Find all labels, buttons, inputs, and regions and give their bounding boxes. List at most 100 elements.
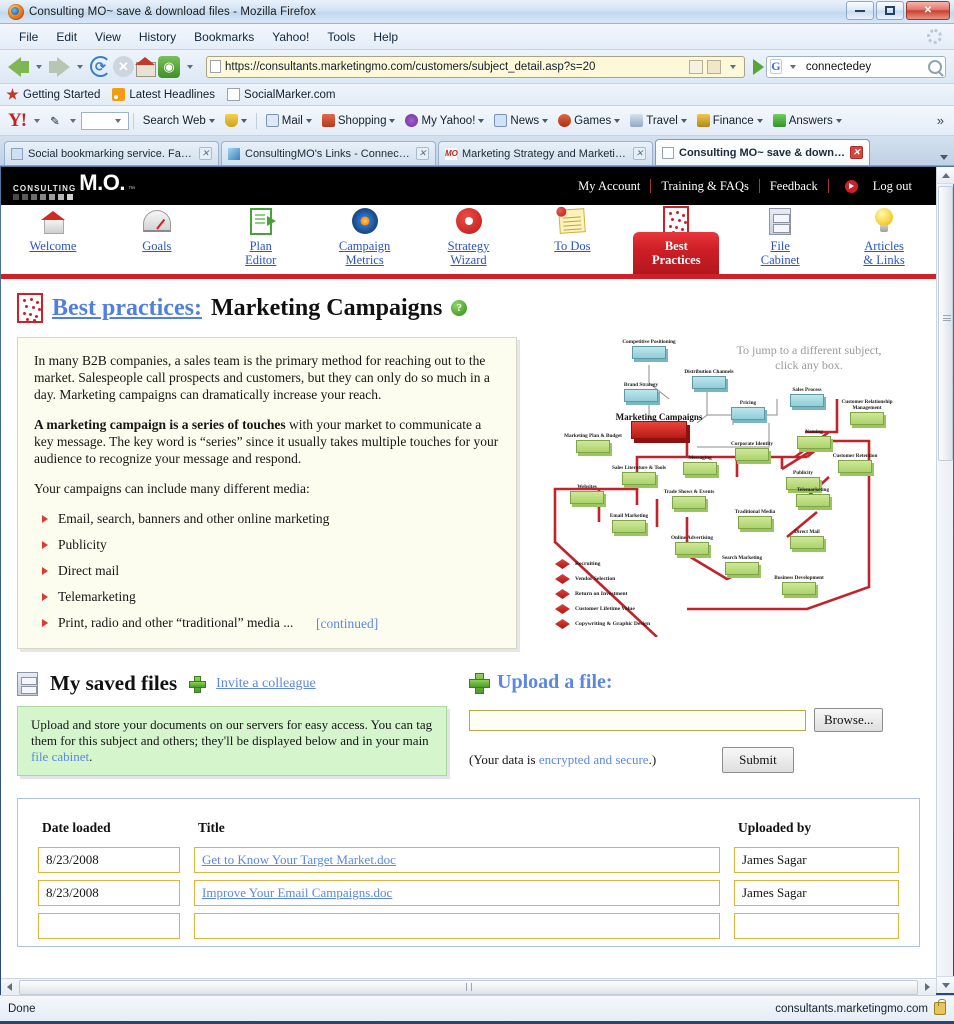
menu-tools[interactable]: Tools	[318, 28, 364, 46]
yahoo-search-web[interactable]: Search Web	[138, 115, 220, 127]
nav-tab-articles-links[interactable]: Articles & Links	[832, 200, 936, 274]
bookmark-latest-headlines[interactable]: Latest Headlines	[112, 88, 215, 101]
search-input[interactable]	[803, 59, 925, 74]
tab-list-dropdown-icon[interactable]	[940, 155, 948, 160]
yahoo-answers[interactable]: Answers	[768, 114, 847, 127]
scroll-up-button[interactable]	[937, 167, 954, 184]
diagram-node-traditional-media[interactable]: Traditional Media	[725, 509, 785, 529]
yahoo-shopping[interactable]: Shopping	[317, 114, 401, 127]
yahoo-games[interactable]: Games	[553, 114, 625, 127]
diagram-node-crm[interactable]: Customer Relationship Management	[837, 399, 897, 425]
logout-button[interactable]: Log out	[829, 179, 922, 194]
file-title-link[interactable]: Get to Know Your Target Market.doc	[202, 852, 396, 868]
legend-item-vendor-selection[interactable]: Vendor Selection	[555, 574, 650, 584]
site-logo[interactable]: CONSULTING M.O. ™	[13, 171, 135, 200]
file-path-input[interactable]	[469, 709, 806, 731]
menu-bookmarks[interactable]: Bookmarks	[185, 28, 263, 46]
nav-tab-campaign-metrics[interactable]: Campaign Metrics	[313, 200, 417, 274]
subject-map-diagram[interactable]: To jump to a different subject, click an…	[537, 337, 893, 637]
link-my-account[interactable]: My Account	[568, 179, 650, 194]
nav-tab-welcome[interactable]: Welcome	[1, 200, 105, 274]
link-training-faqs[interactable]: Training & FAQs	[651, 179, 759, 194]
yahoo-button-icon[interactable]: ◉	[158, 55, 180, 78]
yahoo-news[interactable]: News	[489, 114, 553, 127]
lock-icon[interactable]	[934, 999, 946, 1015]
diagram-node-search-marketing[interactable]: Search Marketing	[712, 555, 772, 575]
back-button[interactable]	[8, 56, 29, 77]
scroll-left-button[interactable]	[1, 980, 18, 995]
diagram-node-naming[interactable]: Naming	[784, 429, 844, 449]
identity-lock-icon[interactable]	[707, 59, 721, 74]
yahoo-search-input[interactable]	[80, 111, 129, 130]
yahoo-travel[interactable]: Travel	[625, 114, 692, 127]
tab-consulting-mo-save-download[interactable]: Consulting MO~ save & downlo... ✕	[655, 139, 870, 165]
search-bar[interactable]: G	[766, 55, 946, 78]
menu-view[interactable]: View	[86, 28, 130, 46]
diagram-node-messaging[interactable]: Messaging	[670, 455, 730, 475]
autocomplete-dropdown-icon[interactable]	[730, 64, 736, 69]
yahoo-logo-dropdown-icon[interactable]	[34, 118, 41, 123]
diagram-node-email-marketing[interactable]: Email Marketing	[599, 513, 659, 533]
menu-yahoo[interactable]: Yahoo!	[263, 28, 318, 46]
nav-tab-strategy-wizard[interactable]: Strategy Wizard	[417, 200, 521, 274]
legend-item-recruiting[interactable]: Recruiting	[555, 559, 650, 569]
minimize-button[interactable]	[846, 1, 874, 20]
maximize-button[interactable]	[876, 1, 904, 20]
yahoo-overflow-icon[interactable]: »	[937, 113, 944, 128]
bookmark-star-icon[interactable]	[689, 59, 703, 74]
reload-icon[interactable]: ⟳	[90, 56, 111, 77]
tab-social-bookmarking[interactable]: Social bookmarking service. Fast t... ✕	[4, 141, 219, 165]
page-horizontal-scrollbar[interactable]	[1, 978, 936, 995]
back-dropdown-icon[interactable]	[36, 64, 42, 69]
diagram-node-customer-retention[interactable]: Customer Retention	[825, 453, 885, 473]
diagram-node-competitive-positioning[interactable]: Competitive Positioning	[619, 339, 679, 359]
best-practices-link[interactable]: Best practices:	[52, 295, 202, 322]
yahoo-pencil-icon[interactable]: ✎	[45, 114, 65, 128]
legend-item-copywriting-graphic-design[interactable]: Copywriting & Graphic Design	[555, 619, 650, 629]
tab-close-icon[interactable]: ✕	[199, 147, 212, 160]
diagram-node-pricing[interactable]: Pricing	[718, 400, 778, 420]
go-button-icon[interactable]	[753, 58, 764, 75]
diagram-node-online-advertising[interactable]: Online Advertising	[662, 535, 722, 555]
menu-history[interactable]: History	[130, 28, 185, 46]
hscrollbar-thumb[interactable]	[19, 979, 918, 995]
diagram-node-telemarketing[interactable]: Telemarketing	[783, 487, 843, 507]
link-feedback[interactable]: Feedback	[760, 179, 828, 194]
tab-close-icon[interactable]: ✕	[416, 147, 429, 160]
forward-button[interactable]	[49, 56, 70, 77]
yahoo-my-yahoo[interactable]: My Yahoo!	[400, 114, 489, 127]
diagram-node-direct-mail[interactable]: Direct Mail	[777, 529, 837, 549]
diagram-node-business-development[interactable]: Business Development	[769, 575, 829, 595]
invite-colleague-link[interactable]: Invite a colleague	[216, 676, 316, 692]
file-cabinet-link[interactable]: file cabinet	[31, 749, 89, 764]
nav-tab-best-practices[interactable]: Best Practices	[624, 200, 728, 274]
nav-tab-to-dos[interactable]: To Dos	[520, 200, 624, 274]
yahoo-pencil-dropdown-icon[interactable]	[69, 118, 76, 123]
yahoo-mail[interactable]: Mail	[261, 114, 317, 127]
yahoo-shield-icon[interactable]	[220, 114, 252, 127]
nav-tab-plan-editor[interactable]: Plan Editor	[209, 200, 313, 274]
browse-button[interactable]: Browse...	[814, 708, 884, 732]
page-vertical-scrollbar[interactable]	[936, 167, 954, 993]
diagram-node-distribution-channels[interactable]: Distribution Channels	[679, 369, 739, 389]
yahoo-dropdown-icon[interactable]	[187, 64, 193, 69]
legend-item-return-on-investment[interactable]: Return on Investment	[555, 589, 650, 599]
scroll-right-button[interactable]	[919, 980, 936, 995]
file-title-link[interactable]: Improve Your Email Campaigns.doc	[202, 885, 392, 901]
tab-marketing-strategy[interactable]: MO Marketing Strategy and Marketin... ✕	[438, 141, 653, 165]
tab-close-icon[interactable]: ✕	[850, 146, 863, 159]
tab-close-icon[interactable]: ✕	[633, 147, 646, 160]
help-icon[interactable]: ?	[451, 300, 468, 316]
diagram-node-sales-literature-tools[interactable]: Sales Literature & Tools	[609, 465, 669, 485]
scroll-down-button[interactable]	[937, 976, 954, 993]
diagram-node-marketing-plan-budget[interactable]: Marketing Plan & Budget	[563, 433, 623, 453]
legend-item-customer-lifetime-value[interactable]: Customer Lifetime Value	[555, 604, 650, 614]
stop-icon[interactable]: ✕	[113, 56, 134, 77]
encrypted-secure-link[interactable]: encrypted and secure	[539, 752, 649, 767]
diagram-node-websites[interactable]: Websites	[557, 484, 617, 504]
nav-tab-goals[interactable]: Goals	[105, 200, 209, 274]
diagram-node-corporate-identity[interactable]: Corporate Identity	[722, 441, 782, 461]
search-engine-dropdown-icon[interactable]	[789, 64, 796, 69]
forward-dropdown-icon[interactable]	[77, 64, 83, 69]
yahoo-logo-icon[interactable]: Y!	[8, 110, 27, 132]
